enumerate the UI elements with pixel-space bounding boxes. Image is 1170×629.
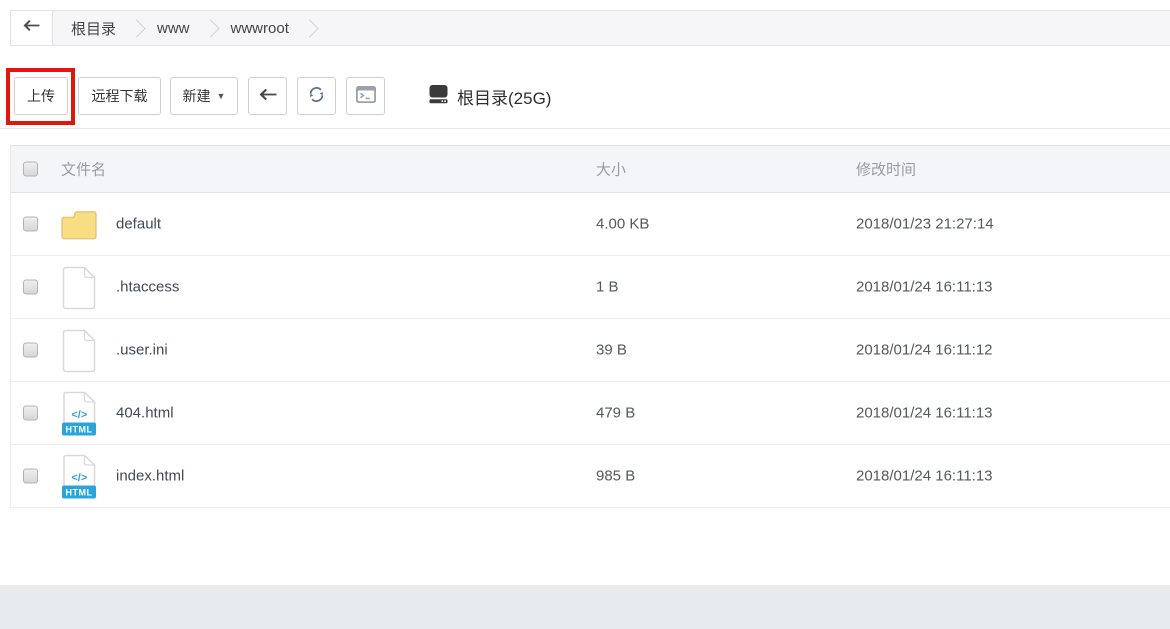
breadcrumb-item-wwwroot[interactable]: wwwroot [231,20,289,37]
file-size: 1 B [596,279,619,296]
refresh-button[interactable] [297,77,336,115]
footer-bar [0,585,1170,629]
file-mtime: 2018/01/24 16:11:13 [856,405,993,422]
file-size: 479 B [596,405,635,422]
file-table: 文件名 大小 修改时间 default 4.00 KB 2018/01/23 2… [10,145,1170,508]
toolbar-divider [0,128,1170,129]
disk-usage[interactable]: 根目录(25G) [428,84,551,108]
terminal-icon [355,85,377,107]
terminal-button[interactable] [346,77,385,115]
table-row[interactable]: .user.ini 39 B 2018/01/24 16:11:12 [11,319,1170,382]
breadcrumb: 根目录 www wwwroot [10,10,1170,46]
row-checkbox[interactable] [23,343,38,358]
column-header-name: 文件名 [61,159,106,180]
disk-label: 根目录(25G) [457,84,551,109]
column-header-size: 大小 [596,159,626,180]
refresh-icon [307,85,326,107]
table-row[interactable]: .htaccess 1 B 2018/01/24 16:11:13 [11,256,1170,319]
chevron-right-icon [201,19,219,37]
remote-download-button[interactable]: 远程下载 [78,77,161,115]
folder-icon [57,193,101,256]
html-badge-label: HTML [66,424,93,434]
file-name[interactable]: .htaccess [116,279,179,296]
chevron-right-icon [300,19,318,37]
file-mtime: 2018/01/24 16:11:12 [856,342,993,359]
row-checkbox[interactable] [23,469,38,484]
file-size: 39 B [596,342,627,359]
table-row[interactable]: </> HTML index.html 985 B 2018/01/24 16:… [11,445,1170,508]
code-glyph: </> [71,472,87,484]
html-file-icon: </> HTML [57,382,101,445]
breadcrumb-item-root[interactable]: 根目录 [71,18,116,39]
back-arrow-icon [23,19,40,37]
go-back-button[interactable] [248,77,287,115]
file-manager-page: 根目录 www wwwroot 上传 远程下载 新建 ▼ [0,0,1170,629]
new-dropdown-button[interactable]: 新建 ▼ [170,77,238,115]
column-header-mtime: 修改时间 [856,159,916,180]
code-glyph: </> [71,409,87,421]
file-name[interactable]: default [116,216,161,233]
html-badge-label: HTML [66,487,93,497]
select-all-checkbox[interactable] [23,162,38,177]
file-size: 4.00 KB [596,216,649,233]
row-checkbox[interactable] [23,406,38,421]
table-row[interactable]: </> HTML 404.html 479 B 2018/01/24 16:11… [11,382,1170,445]
file-icon [57,319,101,382]
table-header: 文件名 大小 修改时间 [11,145,1170,193]
file-size: 985 B [596,468,635,485]
file-mtime: 2018/01/24 16:11:13 [856,279,993,296]
table-row[interactable]: default 4.00 KB 2018/01/23 21:27:14 [11,193,1170,256]
file-name[interactable]: .user.ini [116,342,168,359]
file-name[interactable]: index.html [116,468,184,485]
upload-button[interactable]: 上传 [14,77,68,115]
html-file-icon: </> HTML [57,445,101,508]
new-button-label: 新建 [183,86,211,106]
row-checkbox[interactable] [23,280,38,295]
chevron-right-icon [127,19,145,37]
breadcrumb-item-www[interactable]: www [157,20,190,37]
row-checkbox[interactable] [23,217,38,232]
back-arrow-icon [259,88,277,104]
file-name[interactable]: 404.html [116,405,174,422]
hard-drive-icon [428,84,449,109]
file-icon [57,256,101,319]
file-mtime: 2018/01/24 16:11:13 [856,468,993,485]
breadcrumb-back-button[interactable] [11,11,53,45]
chevron-down-icon: ▼ [217,92,226,101]
file-mtime: 2018/01/23 21:27:14 [856,216,994,233]
